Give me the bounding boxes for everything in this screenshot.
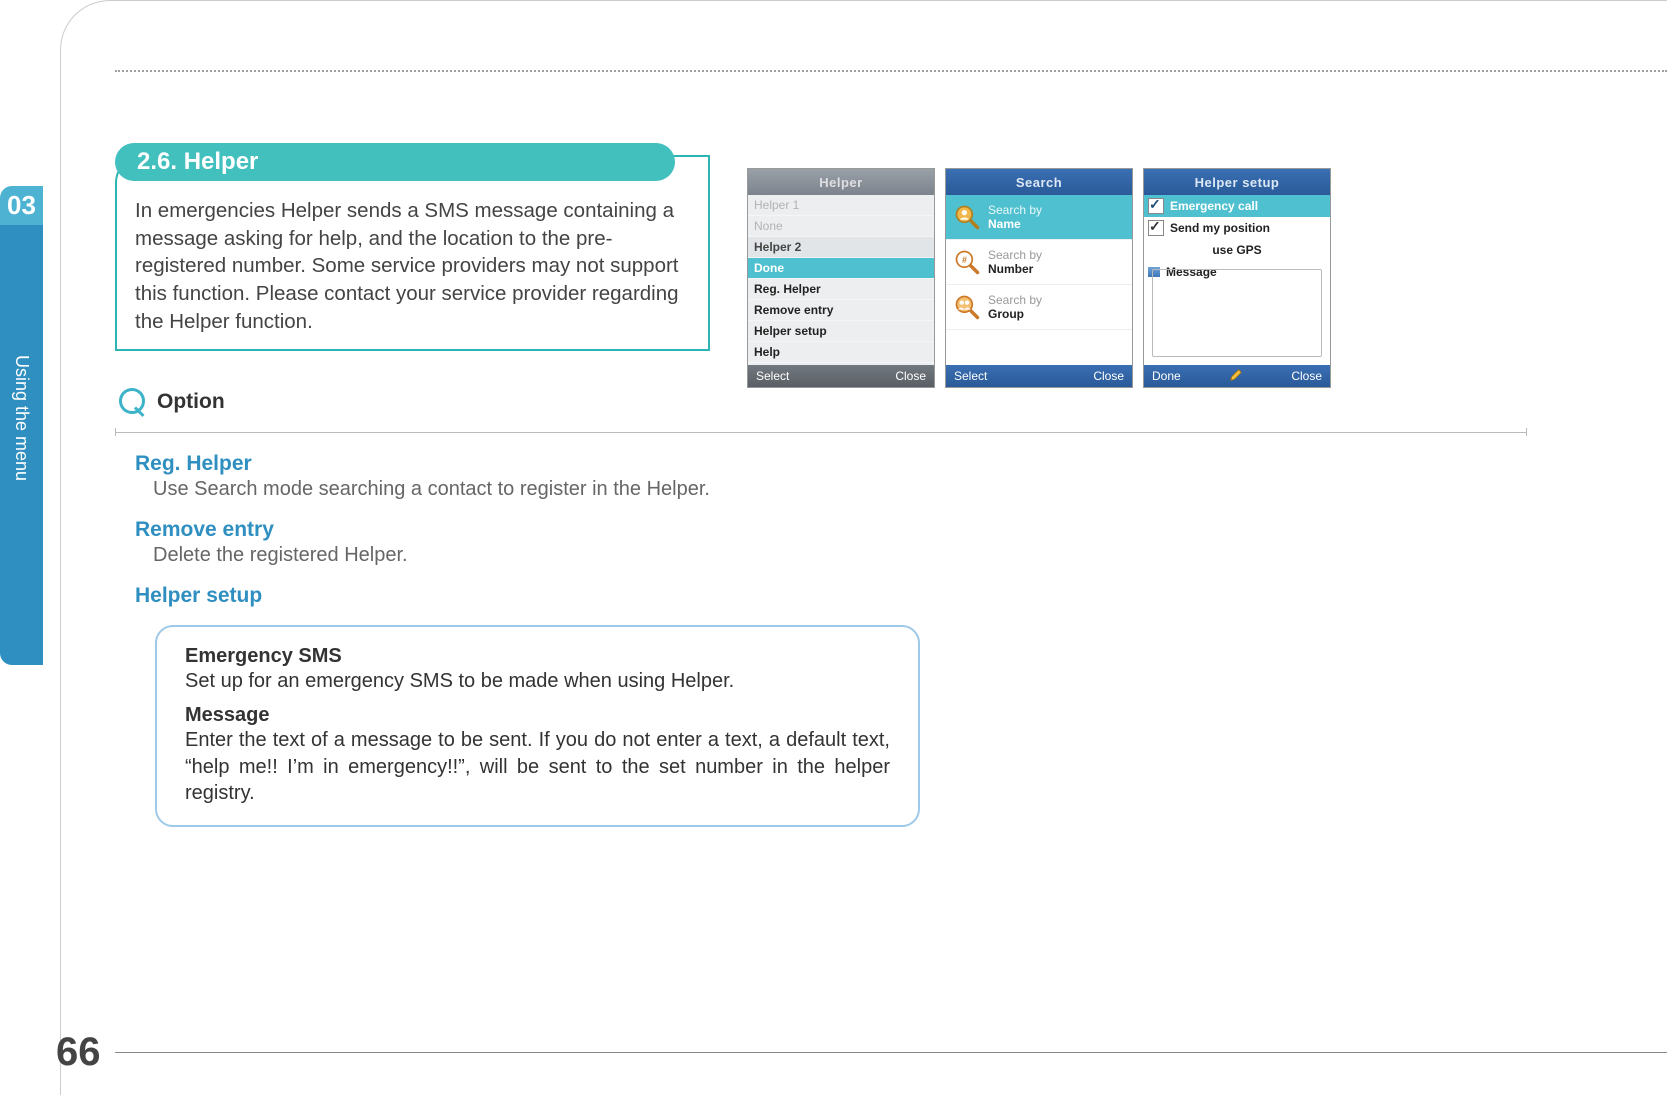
list-item-line2: Name (988, 217, 1042, 231)
screen-title: Helper setup (1144, 169, 1330, 195)
option-desc: Use Search mode searching a contact to r… (153, 478, 710, 501)
list-item-selected: Done (748, 258, 934, 279)
checkbox-icon (1148, 220, 1164, 236)
screen-title: Helper (748, 169, 934, 195)
section-title-tab: 2.6. Helper (115, 143, 675, 181)
checkbox-icon (1148, 198, 1164, 214)
dotted-divider (115, 70, 1667, 72)
side-tab: Using the menu (0, 225, 43, 665)
softkey-right: Close (895, 369, 926, 383)
list-item-label: use GPS (1212, 243, 1261, 257)
message-input-area (1152, 269, 1322, 357)
list-item: Help (748, 342, 934, 363)
list-item-selected: Emergency call (1144, 195, 1330, 217)
screen-body: Helper 1 None Helper 2 Done Reg. Helper … (748, 195, 934, 365)
option-title: Remove entry (135, 518, 408, 542)
list-item-line2: Number (988, 262, 1042, 276)
page-number: 66 (56, 1030, 101, 1075)
chapter-number-tab: 03 (0, 186, 43, 225)
softkey-left: Select (756, 369, 789, 383)
info-heading: Emergency SMS (185, 645, 890, 668)
option-rule (115, 428, 1527, 436)
list-item-label: Emergency call (1170, 199, 1258, 213)
list-item: Helper setup (748, 321, 934, 342)
list-item-line1: Search by (988, 248, 1042, 262)
option-helper-setup: Helper setup (135, 584, 262, 610)
softkey-left: Select (954, 369, 987, 383)
screen-title: Search (946, 169, 1132, 195)
screen-body: Search by Name # Search by Number Searc (946, 195, 1132, 365)
info-heading: Message (185, 704, 890, 727)
option-remove-entry: Remove entry Delete the registered Helpe… (135, 518, 408, 567)
list-item-line1: Search by (988, 293, 1042, 307)
section-body-text: In emergencies Helper sends a SMS messag… (135, 197, 690, 335)
screenshot-search: Search Search by Name # Search by Number (945, 168, 1133, 388)
list-item-sub: use GPS (1144, 239, 1330, 261)
option-title: Reg. Helper (135, 452, 710, 476)
option-title: Helper setup (135, 584, 262, 608)
softkey-right: Close (1093, 369, 1124, 383)
screenshot-helper-menu: Helper Helper 1 None Helper 2 Done Reg. … (747, 168, 935, 388)
search-group-icon (946, 286, 988, 328)
setup-info-box: Emergency SMS Set up for an emergency SM… (155, 625, 920, 827)
edit-icon (1229, 368, 1243, 385)
search-person-icon (946, 196, 988, 238)
option-desc: Delete the registered Helper. (153, 544, 408, 567)
softkey-bar: Select Close (748, 365, 934, 387)
manual-page: 03 Using the menu 2.6. Helper In emergen… (0, 0, 1667, 1095)
screen-body: Emergency call Send my position use GPS … (1144, 195, 1330, 365)
side-tab-label: Using the menu (0, 225, 43, 665)
softkey-bar: Done Close (1144, 365, 1330, 387)
list-item-line2: Group (988, 307, 1042, 321)
option-heading-row: Option (115, 386, 225, 418)
option-reg-helper: Reg. Helper Use Search mode searching a … (135, 452, 710, 501)
list-item: Search by Group (946, 285, 1132, 330)
list-item-label: Send my position (1170, 221, 1270, 235)
svg-text:#: # (962, 255, 967, 265)
list-item: Send my position (1144, 217, 1330, 239)
section-box: 2.6. Helper In emergencies Helper sends … (115, 155, 710, 351)
list-item-selected: Search by Name (946, 195, 1132, 240)
screenshot-helper-setup: Helper setup Emergency call Send my posi… (1143, 168, 1331, 388)
magnifier-icon (115, 386, 147, 418)
list-item: # Search by Number (946, 240, 1132, 285)
footer-rule (115, 1052, 1667, 1053)
option-heading-label: Option (157, 390, 225, 414)
list-item: None (748, 216, 934, 237)
list-item: Helper 1 (748, 195, 934, 216)
search-number-icon: # (946, 241, 988, 283)
info-text: Enter the text of a message to be sent. … (185, 727, 890, 806)
list-item-line1: Search by (988, 203, 1042, 217)
softkey-right: Close (1291, 369, 1322, 383)
softkey-left: Done (1152, 369, 1181, 383)
list-item: Remove entry (748, 300, 934, 321)
softkey-bar: Select Close (946, 365, 1132, 387)
list-item: Reg. Helper (748, 279, 934, 300)
info-text: Set up for an emergency SMS to be made w… (185, 668, 890, 694)
list-item: Helper 2 (748, 237, 934, 258)
